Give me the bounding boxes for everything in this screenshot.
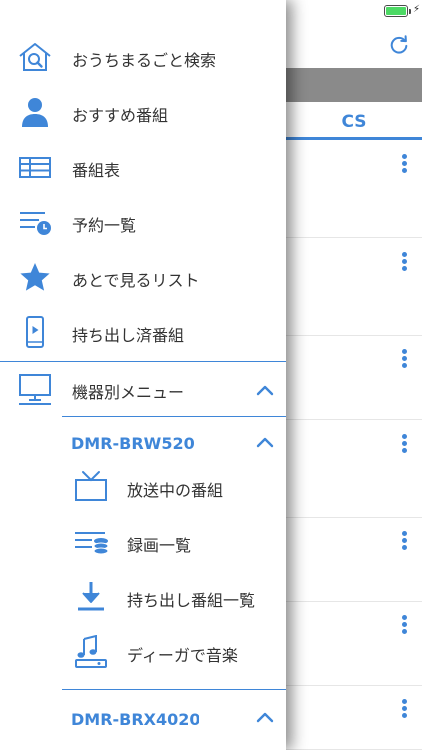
device-name: DMR-BRW520	[71, 434, 195, 453]
home-search-icon	[19, 43, 51, 71]
chevron-up-icon[interactable]	[256, 711, 274, 723]
menu-item-recommended[interactable]: おすすめ番組	[0, 85, 286, 140]
sub-item-live-tv[interactable]: 放送中の番組	[62, 460, 286, 515]
download-icon	[78, 582, 104, 611]
tv-icon	[75, 471, 107, 501]
device-header-2[interactable]: DMR-BRX4020	[0, 690, 286, 740]
list-item[interactable]	[286, 602, 422, 686]
menu-item-label: 予約一覧	[72, 216, 137, 235]
status-bar: ⚡	[286, 0, 422, 22]
sub-item-label: 放送中の番組	[127, 481, 224, 500]
menu-item-program-guide[interactable]: 番組表	[0, 140, 286, 195]
list-item[interactable]	[286, 238, 422, 336]
sub-item-label: ディーガで音楽	[127, 646, 238, 665]
list-item[interactable]	[286, 420, 422, 518]
menu-item-watch-later[interactable]: あとで見るリスト	[0, 250, 286, 305]
menu-item-label: おすすめ番組	[72, 106, 169, 125]
menu-item-label: あとで見るリスト	[72, 271, 200, 290]
list-item[interactable]	[286, 140, 422, 238]
sub-item-label: 録画一覧	[127, 536, 192, 555]
header-band	[286, 68, 422, 102]
menu-item-reservations[interactable]: 予約一覧	[0, 195, 286, 250]
tab-bar: CS	[286, 102, 422, 140]
music-icon	[75, 635, 107, 668]
more-icon[interactable]	[402, 349, 408, 370]
list-item[interactable]	[286, 336, 422, 420]
list-item[interactable]	[286, 686, 422, 750]
battery-icon	[384, 5, 408, 17]
schedule-list-icon	[20, 212, 51, 235]
chevron-up-icon[interactable]	[256, 436, 274, 448]
side-drawer: おうちまるごと検索 おすすめ番組 番組表 予約一覧 あとで見るリスト 持ち出し済…	[0, 0, 286, 750]
more-icon[interactable]	[402, 434, 408, 455]
sub-item-label: 持ち出し番組一覧	[127, 591, 256, 610]
menu-item-label: 機器別メニュー	[72, 383, 185, 402]
menu-item-label: おうちまるごと検索	[72, 51, 217, 70]
sub-item-take-out-list[interactable]: 持ち出し番組一覧	[62, 570, 286, 625]
more-icon[interactable]	[402, 615, 408, 636]
more-icon[interactable]	[402, 252, 408, 273]
person-icon	[22, 98, 48, 127]
menu-item-label: 持ち出し済番組	[72, 326, 185, 345]
sub-item-recordings[interactable]: 録画一覧	[62, 515, 286, 570]
menu-item-home-search[interactable]: おうちまるごと検索	[0, 30, 286, 85]
star-icon	[20, 263, 50, 291]
menu-item-device-menu[interactable]: 機器別メニュー	[0, 362, 286, 417]
more-icon[interactable]	[402, 531, 408, 552]
refresh-icon[interactable]	[388, 34, 410, 56]
nav-bar	[286, 22, 422, 68]
phone-play-icon	[26, 316, 44, 348]
monitor-icon	[19, 374, 51, 405]
device-name: DMR-BRX4020	[71, 710, 199, 729]
list-item[interactable]	[286, 518, 422, 602]
more-icon[interactable]	[402, 154, 408, 175]
recording-list-icon	[75, 532, 109, 555]
sub-item-music[interactable]: ディーガで音楽	[62, 625, 286, 680]
more-icon[interactable]	[402, 699, 408, 720]
charging-icon: ⚡	[412, 4, 420, 15]
chevron-up-icon[interactable]	[256, 384, 274, 396]
menu-item-label: 番組表	[72, 161, 121, 180]
table-icon	[19, 157, 51, 178]
tab-cs[interactable]: CS	[334, 112, 374, 132]
menu-item-taken-out[interactable]: 持ち出し済番組	[0, 305, 286, 360]
